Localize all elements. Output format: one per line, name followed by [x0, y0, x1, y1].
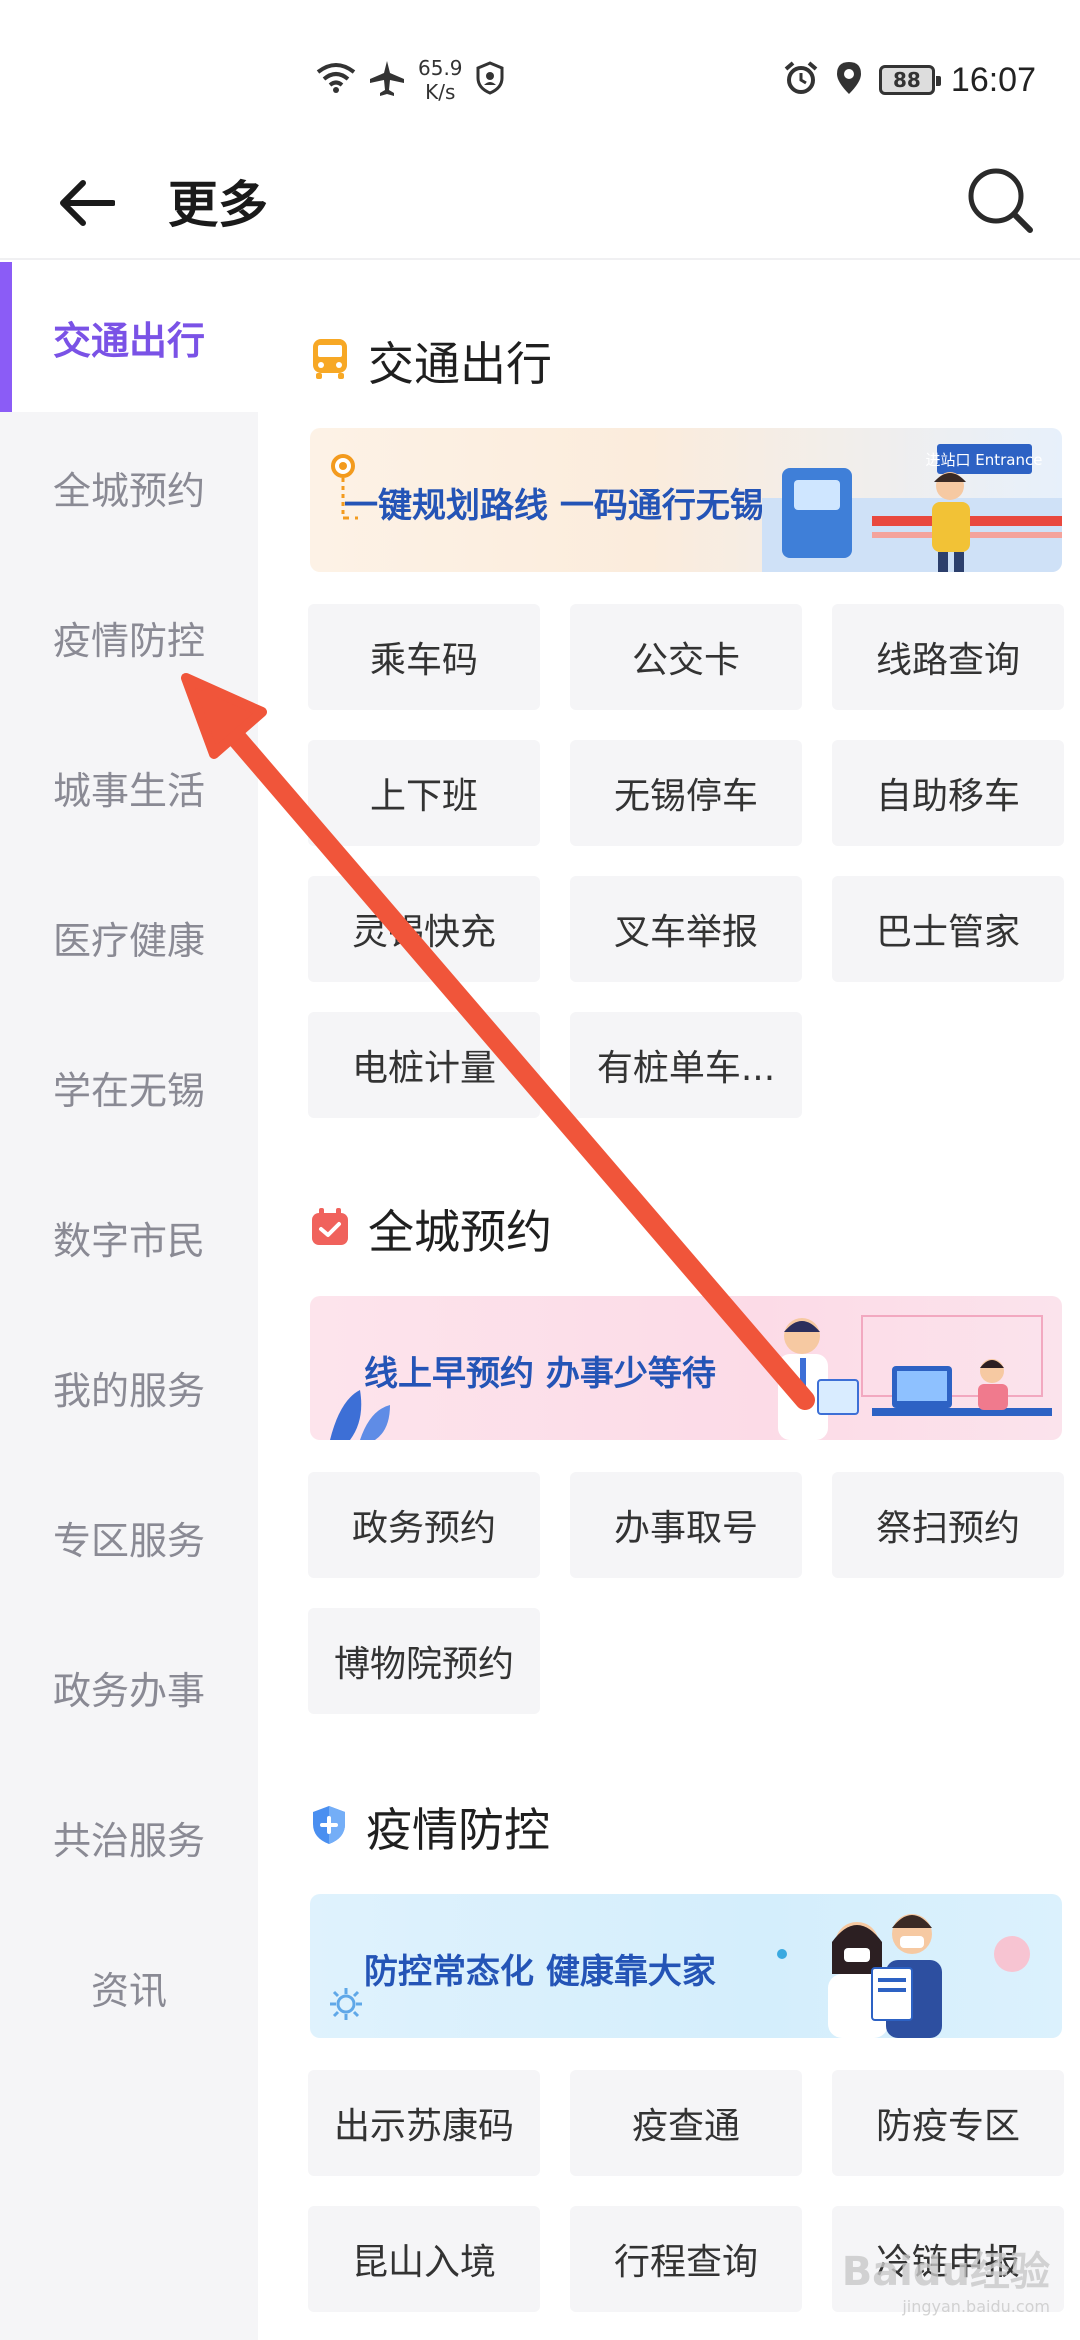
service-tile[interactable]: 办事取号 [570, 1472, 802, 1578]
banner-text: 防控常态化 健康靠大家 [364, 1952, 716, 1992]
sidebar-item-label: 学在无锡 [52, 1068, 205, 1113]
status-right-icons: 88 16:07 [783, 50, 1036, 110]
section-header-transport: 交通出行 [310, 328, 552, 394]
vpn-shield-icon [475, 61, 505, 99]
sidebar-item-label: 资讯 [90, 1968, 167, 2013]
transport-banner[interactable]: 一键规划路线 一码通行无锡 进站口 Entrance [310, 428, 1062, 572]
sidebar-item-government[interactable]: 政务办事 [0, 1612, 258, 1762]
sidebar-item-health[interactable]: 医疗健康 [0, 862, 258, 1012]
service-tile[interactable]: 出示苏康码 [308, 2070, 540, 2176]
sidebar-item-news[interactable]: 资讯 [0, 1912, 258, 2062]
watermark-brand: Baidu经验 [841, 2249, 1050, 2295]
doctors-illustration [777, 1914, 1030, 2038]
service-tile[interactable]: 防疫专区 [832, 2070, 1064, 2176]
sidebar-item-label: 交通出行 [52, 318, 205, 363]
service-tile[interactable]: 巴士管家 [832, 876, 1064, 982]
sidebar-item-my-services[interactable]: 我的服务 [0, 1312, 258, 1462]
sidebar-item-label: 全城预约 [52, 468, 205, 513]
epidemic-banner[interactable]: 防控常态化 健康靠大家 [310, 1894, 1062, 2038]
sidebar-item-transport[interactable]: 交通出行 [0, 262, 258, 412]
office-illustration [778, 1315, 1052, 1440]
banner-text: 一键规划路线 一码通行无锡 [344, 486, 764, 526]
service-tile[interactable]: 公交卡 [570, 604, 802, 710]
section-title: 全城预约 [368, 1205, 552, 1259]
sidebar-item-label: 共治服务 [52, 1818, 205, 1863]
section-title: 疫情防控 [366, 1803, 550, 1857]
banner-text: 线上早预约 办事少等待 [364, 1354, 716, 1394]
airplane-icon [368, 59, 406, 101]
section-header-booking: 全城预约 [310, 1196, 552, 1262]
entrance-sign: 进站口 Entrance [926, 451, 1043, 469]
watermark-url: jingyan.baidu.com [902, 2297, 1050, 2316]
sidebar-item-label: 专区服务 [52, 1518, 205, 1563]
virus-decoration [330, 1988, 362, 2020]
service-tile[interactable]: 上下班 [308, 740, 540, 846]
service-tile[interactable]: 线路查询 [832, 604, 1064, 710]
section-header-epidemic: 疫情防控 [310, 1794, 550, 1860]
service-list: 交通出行 一键规划路线 一码通行无锡 进站口 Entrance 乘车码 公交卡 … [258, 262, 1080, 2340]
calendar-icon [310, 1207, 350, 1251]
sidebar-item-label: 医疗健康 [52, 918, 205, 963]
booking-services-grid: 政务预约 办事取号 祭扫预约 博物院预约 [308, 1472, 1068, 1714]
service-tile[interactable]: 祭扫预约 [832, 1472, 1064, 1578]
net-speed: 65.9 K/s [418, 56, 463, 104]
sidebar-item-city-life[interactable]: 城事生活 [0, 712, 258, 862]
service-tile[interactable]: 乘车码 [308, 604, 540, 710]
watermark: Baidu经验 jingyan.baidu.com [842, 2239, 1050, 2316]
bus-icon [310, 337, 350, 385]
service-tile[interactable]: 昆山入境 [308, 2206, 540, 2312]
service-tile[interactable]: 灵锡快充 [308, 876, 540, 982]
service-tile[interactable]: 电桩计量 [308, 1012, 540, 1118]
sidebar-item-zone-services[interactable]: 专区服务 [0, 1462, 258, 1612]
service-tile[interactable]: 自助移车 [832, 740, 1064, 846]
sidebar-item-digital-citizen[interactable]: 数字市民 [0, 1162, 258, 1312]
battery-indicator: 88 [878, 65, 941, 95]
booking-banner[interactable]: 线上早预约 办事少等待 [310, 1296, 1062, 1440]
search-button[interactable] [960, 162, 1040, 242]
location-icon [835, 60, 863, 100]
shield-plus-icon [310, 1804, 348, 1850]
arrow-left-icon [59, 179, 116, 231]
service-tile[interactable]: 疫查通 [570, 2070, 802, 2176]
service-tile[interactable]: 行程查询 [570, 2206, 802, 2312]
category-sidebar: 交通出行 全城预约 疫情防控 城事生活 医疗健康 学在无锡 数字市民 我的服务 … [0, 262, 258, 2340]
wifi-icon [316, 62, 356, 98]
status-left-icons: 65.9 K/s [316, 50, 505, 110]
transport-services-grid: 乘车码 公交卡 线路查询 上下班 无锡停车 自助移车 灵锡快充 叉车举报 巴士管… [308, 604, 1068, 1118]
sidebar-item-label: 城事生活 [52, 768, 205, 813]
sidebar-item-label: 政务办事 [52, 1668, 205, 1713]
alarm-icon [783, 60, 819, 100]
top-app-bar: 更多 [0, 150, 1080, 260]
service-tile[interactable]: 有桩单车... [570, 1012, 802, 1118]
sidebar-item-education[interactable]: 学在无锡 [0, 1012, 258, 1162]
net-speed-unit: K/s [425, 80, 456, 104]
service-tile[interactable]: 政务预约 [308, 1472, 540, 1578]
battery-level: 88 [892, 68, 921, 92]
sidebar-item-co-governance[interactable]: 共治服务 [0, 1762, 258, 1912]
sidebar-item-booking[interactable]: 全城预约 [0, 412, 258, 562]
section-title: 交通出行 [368, 337, 552, 391]
search-icon [966, 166, 1034, 238]
back-button[interactable] [52, 170, 122, 240]
sidebar-item-label: 我的服务 [52, 1368, 205, 1413]
status-bar: 65.9 K/s 88 16:07 [0, 0, 1080, 150]
service-tile[interactable]: 叉车举报 [570, 876, 802, 982]
net-speed-value: 65.9 [418, 56, 463, 80]
sidebar-item-label: 疫情防控 [52, 618, 205, 663]
page-title: 更多 [168, 176, 268, 234]
metro-gate-illustration: 进站口 Entrance [762, 444, 1062, 572]
clock: 16:07 [950, 60, 1036, 99]
service-tile[interactable]: 无锡停车 [570, 740, 802, 846]
service-tile[interactable]: 博物院预约 [308, 1608, 540, 1714]
sidebar-item-epidemic[interactable]: 疫情防控 [0, 562, 258, 712]
sidebar-item-label: 数字市民 [52, 1218, 205, 1263]
